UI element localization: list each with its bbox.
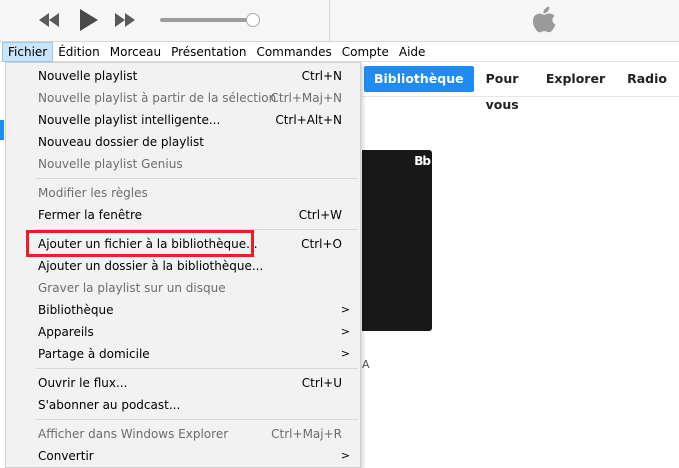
menu-item-ouvrir-le-flux[interactable]: Ouvrir le flux... Ctrl+U bbox=[6, 372, 360, 394]
volume-slider[interactable] bbox=[160, 13, 261, 27]
menu-item-label: Appareils bbox=[38, 325, 94, 339]
menu-separator bbox=[36, 178, 358, 179]
artwork-badge: Bb bbox=[414, 154, 431, 168]
rewind-icon bbox=[39, 13, 59, 27]
highlight-annotation-box bbox=[26, 230, 254, 257]
menu-item-convertir[interactable]: Convertir > bbox=[6, 445, 360, 467]
menu-item-fermer-la-fenetre[interactable]: Fermer la fenêtre Ctrl+W bbox=[6, 204, 360, 226]
menu-fichier[interactable]: Fichier bbox=[2, 41, 54, 62]
menu-item-label: Nouveau dossier de playlist bbox=[38, 135, 204, 149]
menu-item-nouveau-dossier-de-playlist[interactable]: Nouveau dossier de playlist bbox=[6, 131, 360, 153]
fast-forward-button[interactable] bbox=[112, 9, 138, 31]
tab-bibliotheque[interactable]: Bibliothèque bbox=[364, 66, 474, 92]
menu-item-graver-la-playlist-sur-un-disque: Graver la playlist sur un disque bbox=[6, 277, 360, 299]
menu-item-nouvelle-playlist-a-partir-de-la-selection: Nouvelle playlist à partir de la sélecti… bbox=[6, 87, 360, 109]
menu-edition[interactable]: Édition bbox=[53, 42, 105, 62]
menu-item-label: Nouvelle playlist Genius bbox=[38, 157, 183, 171]
menu-item-shortcut: Ctrl+O bbox=[301, 237, 342, 251]
menu-item-modifier-les-regles: Modifier les règles bbox=[6, 182, 360, 204]
menu-item-bibliotheque[interactable]: Bibliothèque > bbox=[6, 299, 360, 321]
file-menu-dropdown: Nouvelle playlist Ctrl+N Nouvelle playlist… bbox=[5, 62, 361, 468]
menu-item-label: Modifier les règles bbox=[38, 186, 148, 200]
artwork-caption-fragment: A bbox=[362, 358, 370, 371]
play-icon bbox=[80, 9, 98, 31]
menu-bar: Fichier Édition Morceau Présentation Command… bbox=[0, 41, 679, 62]
menu-item-label: Bibliothèque bbox=[38, 303, 114, 317]
menu-item-label: Partage à domicile bbox=[38, 347, 150, 361]
menu-item-label: Nouvelle playlist intelligente... bbox=[38, 113, 221, 127]
menu-item-partage-a-domicile[interactable]: Partage à domicile > bbox=[6, 343, 360, 365]
menu-item-label: Graver la playlist sur un disque bbox=[38, 281, 226, 295]
menu-item-shortcut: Ctrl+N bbox=[301, 69, 342, 83]
chevron-right-icon: > bbox=[340, 325, 350, 338]
player-toolbar bbox=[0, 0, 679, 42]
tab-explorer[interactable]: Explorer bbox=[536, 66, 615, 92]
menu-item-label: Nouvelle playlist bbox=[38, 69, 138, 83]
menu-item-label: Nouvelle playlist à partir de la sélecti… bbox=[38, 91, 277, 105]
apple-logo-icon bbox=[532, 6, 557, 34]
library-nav-tabs: Bibliothèque Pour vous Explorer Radio bbox=[364, 66, 679, 112]
menu-item-shortcut: Ctrl+Maj+N bbox=[270, 91, 342, 105]
menu-presentation[interactable]: Présentation bbox=[166, 42, 251, 62]
menu-separator bbox=[36, 368, 358, 369]
tab-radio[interactable]: Radio bbox=[617, 66, 677, 92]
menu-item-nouvelle-playlist-genius: Nouvelle playlist Genius bbox=[6, 153, 360, 175]
content-divider bbox=[362, 96, 679, 97]
album-artwork[interactable]: Bb bbox=[362, 150, 432, 331]
menu-item-label: Convertir bbox=[38, 449, 94, 463]
menu-item-shortcut: Ctrl+U bbox=[301, 376, 342, 390]
menu-item-shortcut: Ctrl+Alt+N bbox=[275, 113, 342, 127]
menu-separator bbox=[36, 419, 358, 420]
volume-knob[interactable] bbox=[246, 13, 261, 27]
toolbar-divider bbox=[329, 0, 330, 42]
menu-item-afficher-dans-windows-explorer: Afficher dans Windows Explorer Ctrl+Maj+R bbox=[6, 423, 360, 445]
menu-item-nouvelle-playlist[interactable]: Nouvelle playlist Ctrl+N bbox=[6, 65, 360, 87]
menu-item-label: Afficher dans Windows Explorer bbox=[38, 427, 229, 441]
chevron-right-icon: > bbox=[340, 347, 350, 360]
menu-aide[interactable]: Aide bbox=[394, 42, 431, 62]
menu-item-nouvelle-playlist-intelligente[interactable]: Nouvelle playlist intelligente... Ctrl+Al… bbox=[6, 109, 360, 131]
menu-item-label: Ouvrir le flux... bbox=[38, 376, 128, 390]
menu-item-label: Fermer la fenêtre bbox=[38, 208, 143, 222]
menu-item-shortcut: Ctrl+Maj+R bbox=[271, 427, 342, 441]
rewind-button[interactable] bbox=[36, 9, 62, 31]
menu-item-appareils[interactable]: Appareils > bbox=[6, 321, 360, 343]
menu-item-s-abonner-au-podcast[interactable]: S'abonner au podcast... bbox=[6, 394, 360, 416]
menu-compte[interactable]: Compte bbox=[337, 42, 394, 62]
menu-item-shortcut: Ctrl+W bbox=[298, 208, 342, 222]
fast-forward-icon bbox=[115, 13, 135, 27]
menu-item-label: S'abonner au podcast... bbox=[38, 398, 181, 412]
sidebar-selection-indicator bbox=[0, 120, 4, 140]
menu-morceau[interactable]: Morceau bbox=[105, 42, 166, 62]
menu-item-ajouter-un-dossier-a-la-bibliotheque[interactable]: Ajouter un dossier à la bibliothèque... bbox=[6, 255, 360, 277]
tab-pour-vous[interactable]: Pour vous bbox=[476, 66, 534, 112]
play-button[interactable] bbox=[76, 7, 100, 33]
menu-item-label: Ajouter un dossier à la bibliothèque... bbox=[38, 259, 264, 273]
chevron-right-icon: > bbox=[340, 303, 350, 316]
chevron-right-icon: > bbox=[340, 449, 350, 462]
menu-commandes[interactable]: Commandes bbox=[251, 42, 336, 62]
